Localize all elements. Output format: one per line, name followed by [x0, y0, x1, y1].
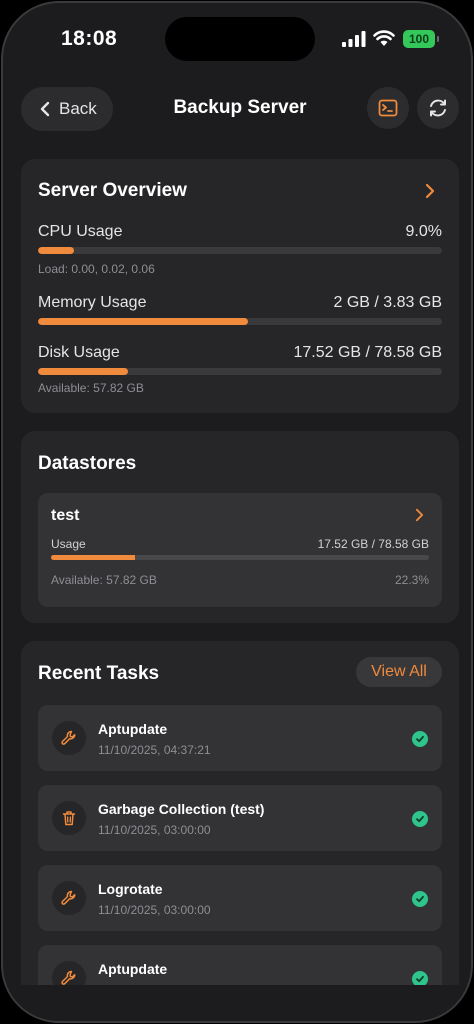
disk-usage-bar: [38, 368, 442, 375]
wrench-icon: [52, 721, 86, 755]
task-name: Aptupdate: [98, 961, 168, 977]
chevron-right-icon: [415, 508, 424, 522]
memory-usage-label: Memory Usage: [38, 294, 147, 311]
terminal-icon: [378, 99, 398, 117]
server-overview-title: Server Overview: [38, 180, 187, 201]
battery-level: 100: [408, 32, 430, 46]
terminal-button[interactable]: [367, 87, 409, 129]
cpu-usage-label: CPU Usage: [38, 223, 123, 240]
wifi-icon: [373, 30, 395, 46]
server-overview-card[interactable]: Server Overview CPU Usage 9.0% Load: 0.0…: [21, 159, 459, 413]
disk-usage-bar-fill: [38, 368, 129, 375]
cpu-usage-bar-fill: [38, 247, 75, 254]
memory-usage-bar: [38, 318, 442, 325]
cpu-load-note: Load: 0.00, 0.02, 0.06: [38, 262, 155, 276]
datastore-usage-bar: [51, 555, 429, 560]
cpu-usage-bar: [38, 247, 442, 254]
datastore-percent: 22.3%: [394, 573, 429, 587]
datastores-title: Datastores: [38, 453, 137, 474]
check-icon: [412, 731, 428, 747]
chevron-left-icon: [40, 101, 50, 117]
task-time: 11/10/2025, 03:00:00: [98, 903, 211, 917]
cpu-usage-value: 9.0%: [405, 223, 442, 240]
refresh-icon: [430, 99, 446, 117]
task-row[interactable]: Aptupdate 11/10/2025, 04:37:21: [38, 705, 442, 771]
chevron-right-icon[interactable]: [425, 183, 435, 199]
check-icon: [412, 811, 428, 827]
dynamic-island: [165, 17, 315, 61]
cellular-signal-icon: [342, 31, 366, 47]
task-name: Aptupdate: [98, 721, 168, 737]
datastore-usage-value: 17.52 GB / 78.58 GB: [317, 537, 429, 551]
datastore-name: test: [51, 507, 80, 524]
task-name: Garbage Collection (test): [98, 801, 265, 817]
disk-usage-value: 17.52 GB / 78.58 GB: [293, 344, 442, 361]
refresh-button[interactable]: [417, 87, 459, 129]
task-time: 11/10/2025, 04:37:21: [98, 743, 211, 757]
memory-usage-bar-fill: [38, 318, 249, 325]
disk-available-note: Available: 57.82 GB: [38, 381, 144, 395]
back-label: Back: [59, 99, 97, 118]
wrench-icon: [52, 881, 86, 915]
phone-frame: 18:08 100 Back Backup Server Server Over…: [1, 1, 473, 1023]
trash-icon: [52, 801, 86, 835]
task-time: 11/10/2025, 03:00:00: [98, 823, 211, 837]
back-button[interactable]: Back: [21, 87, 113, 131]
datastore-usage-label: Usage: [51, 537, 86, 551]
disk-usage-label: Disk Usage: [38, 344, 120, 361]
datastore-item[interactable]: test Usage 17.52 GB / 78.58 GB Available…: [38, 493, 442, 607]
datastores-card: Datastores test Usage 17.52 GB / 78.58 G…: [21, 431, 459, 623]
memory-usage-value: 2 GB / 3.83 GB: [333, 294, 443, 311]
status-bar: 18:08 100: [3, 3, 471, 75]
view-all-button[interactable]: View All: [356, 657, 442, 687]
datastore-usage-bar-fill: [51, 555, 136, 560]
battery-icon: 100: [403, 30, 439, 48]
status-time: 18:08: [61, 27, 118, 50]
task-row[interactable]: Garbage Collection (test) 11/10/2025, 03…: [38, 785, 442, 851]
scroll-edge: [3, 985, 471, 1021]
page-title: Backup Server: [173, 97, 307, 118]
task-row[interactable]: Logrotate 11/10/2025, 03:00:00: [38, 865, 442, 931]
check-icon: [412, 891, 428, 907]
datastore-available: Available: 57.82 GB: [51, 573, 157, 587]
recent-tasks-title: Recent Tasks: [38, 663, 160, 684]
recent-tasks-card: Recent Tasks View All Aptupdate 11/10/20…: [21, 641, 459, 1021]
task-name: Logrotate: [98, 881, 163, 897]
